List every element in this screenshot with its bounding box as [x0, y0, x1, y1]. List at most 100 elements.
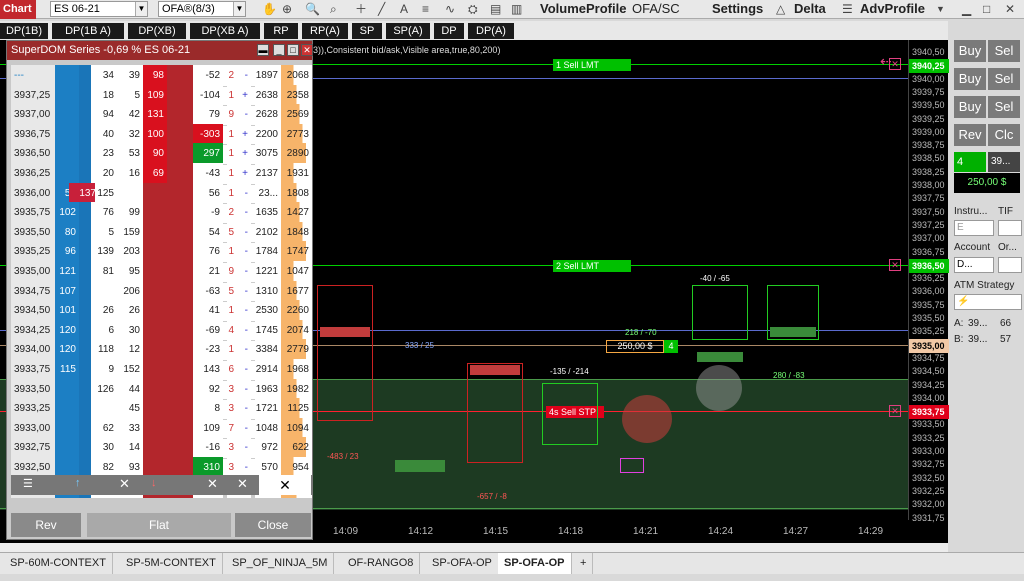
- dom-cell-a[interactable]: [79, 104, 91, 126]
- dom-row[interactable]: --- 34 39 98 -52 2-1897 2068: [11, 65, 312, 87]
- dom-row[interactable]: 3933,50 126 44 92 3-1963 1982: [11, 378, 312, 401]
- dom-row[interactable]: 3935,00 121 81 95 21 9-1221 1047: [11, 261, 312, 283]
- ofa-sc-button[interactable]: OFA/SC: [632, 1, 680, 17]
- dom-cell-ask[interactable]: 131: [143, 104, 167, 126]
- dom-cell-a[interactable]: [79, 241, 91, 263]
- volume-profile-button[interactable]: VolumeProfile: [540, 1, 626, 17]
- dom-cell-a[interactable]: [79, 378, 91, 400]
- close-icon[interactable]: ✕: [301, 44, 313, 56]
- maximize-icon[interactable]: □: [287, 44, 299, 56]
- dom-cell-ask[interactable]: [143, 319, 167, 341]
- plus-icon[interactable]: ＋: [355, 1, 367, 17]
- draw-line-icon[interactable]: ╱: [378, 1, 385, 17]
- dom-cell-b[interactable]: 120: [55, 319, 79, 341]
- dom-cell-b[interactable]: [55, 417, 79, 439]
- close-button[interactable]: Close: [235, 513, 311, 537]
- dom-row[interactable]: 3935,25 96 139 203 76 1-1784 1747: [11, 241, 312, 263]
- indicator-tab[interactable]: RP(A): [302, 23, 348, 39]
- tab-sp-of-ninja-5m[interactable]: SP_OF_NINJA_5M: [226, 553, 335, 574]
- dom-cell-ask[interactable]: 100: [143, 123, 167, 145]
- instrument-select[interactable]: E: [954, 220, 994, 236]
- dom-row[interactable]: 3932,75 30 14 -16 3-972 622: [11, 437, 312, 459]
- indicator-tab[interactable]: SP(A): [386, 23, 430, 39]
- dom-cell-ask[interactable]: 90: [143, 143, 167, 165]
- dom-cell-a[interactable]: [79, 163, 91, 184]
- dom-row[interactable]: 3937,25 18 5 109 -104 1 +2638 2358: [11, 84, 312, 107]
- indicator-tab[interactable]: SP: [352, 23, 382, 39]
- dom-cell-ask[interactable]: [143, 398, 167, 420]
- indicator-tab[interactable]: RP: [264, 23, 298, 39]
- dom-cell-b[interactable]: 96: [55, 241, 79, 263]
- dom-cell-ask[interactable]: [143, 437, 167, 459]
- dom-cell-a[interactable]: [79, 437, 91, 459]
- delta-button[interactable]: Delta: [794, 1, 826, 17]
- cancel-all-icon[interactable]: ✕: [237, 476, 248, 492]
- dom-cell-ask[interactable]: [143, 378, 167, 400]
- dom-cell-ask[interactable]: [143, 339, 167, 361]
- add-tab-button[interactable]: +: [574, 553, 594, 574]
- rev-button[interactable]: Rev: [11, 513, 81, 537]
- dom-cell-b[interactable]: 121: [55, 261, 79, 282]
- indicator-tab[interactable]: DP(1B A): [52, 23, 124, 39]
- dom-cell-b[interactable]: 80: [55, 221, 79, 243]
- indicator-tab[interactable]: DP(1B): [0, 23, 48, 39]
- dom-cell-a[interactable]: [79, 319, 91, 341]
- dom-cell-b[interactable]: [55, 143, 79, 165]
- center-icon[interactable]: ☰: [23, 477, 33, 490]
- dom-cell-ask[interactable]: [143, 182, 167, 204]
- dom-cell-b[interactable]: 115: [55, 359, 79, 380]
- dom-cell-a[interactable]: [79, 339, 91, 361]
- indicator-icon[interactable]: ∿: [445, 1, 455, 17]
- zoom-out-icon[interactable]: ⌕: [330, 1, 337, 17]
- dom-cell-a[interactable]: [79, 84, 91, 106]
- dom-cell-ask[interactable]: [143, 359, 167, 380]
- dom-cell-ask[interactable]: 98: [143, 65, 167, 86]
- dom-cell-a[interactable]: [79, 65, 91, 86]
- order-qty-input[interactable]: [998, 257, 1022, 273]
- cancel-order-icon[interactable]: ✕: [889, 259, 901, 271]
- chart-menu-button[interactable]: Chart: [0, 0, 36, 19]
- text-tool-icon[interactable]: A: [400, 1, 408, 17]
- maximize-icon[interactable]: □: [983, 1, 990, 17]
- minimize-icon[interactable]: _: [273, 44, 285, 56]
- dom-row[interactable]: 3934,75 107 206 -63 5-1310 1677: [11, 280, 312, 303]
- zoom-in-icon[interactable]: 🔍: [305, 1, 320, 17]
- dom-cell-ask[interactable]: [143, 280, 167, 302]
- dom-cell-ask[interactable]: [143, 300, 167, 322]
- dom-row[interactable]: 3933,75 115 9 152 143 6-2914 1968: [11, 359, 312, 381]
- superdom-ladder[interactable]: --- 34 39 98 -52 2-1897 2068 3937,25 18 5 109 -104 1…: [11, 65, 312, 499]
- dom-cell-a[interactable]: [79, 300, 91, 322]
- buy-button[interactable]: Buy: [954, 96, 986, 118]
- dom-cell-b[interactable]: [55, 437, 79, 459]
- dom-cell-a[interactable]: [79, 202, 91, 224]
- atm-strategy-select[interactable]: ⚡: [954, 294, 1022, 310]
- dom-row[interactable]: 3933,25 45 8 3-1721 1125: [11, 398, 312, 420]
- adv-profile-button[interactable]: AdvProfile: [860, 1, 925, 17]
- cancel-asks-icon[interactable]: ✕: [207, 476, 218, 492]
- dom-cell-b[interactable]: [55, 163, 79, 184]
- tab-sp-ofa-op[interactable]: SP-OFA-OP: [426, 553, 499, 574]
- dom-cell-b[interactable]: [55, 123, 79, 145]
- dom-row[interactable]: 3934,50 101 26 26 41 1-2530 2260: [11, 300, 312, 322]
- dom-cell-b[interactable]: 102: [55, 202, 79, 224]
- dom-cell-ask[interactable]: 109: [143, 84, 167, 106]
- sell-button[interactable]: Sel: [988, 68, 1020, 90]
- dom-row[interactable]: 3933,00 62 33 109 7-1048 1094: [11, 417, 312, 440]
- dom-row[interactable]: 3936,0058137125561-23...1808: [11, 182, 312, 205]
- data-box-icon[interactable]: ▤: [490, 1, 501, 17]
- dom-cell-a[interactable]: [79, 359, 91, 380]
- bars-icon[interactable]: ▥: [511, 1, 522, 17]
- strategy-icon[interactable]: ⛭: [468, 1, 478, 17]
- sell-lmt-order-2[interactable]: 2 Sell LMT: [553, 260, 631, 272]
- down-arrow-icon[interactable]: ↓: [151, 477, 157, 489]
- sell-lmt-order-1[interactable]: 1 Sell LMT: [553, 59, 631, 71]
- cancel-order-icon[interactable]: ✕: [889, 405, 901, 417]
- dom-row[interactable]: 3935,75 102 76 99 -9 2-1635 1427: [11, 202, 312, 224]
- window-menu-icon[interactable]: ▬: [257, 44, 269, 56]
- dom-cell-ask[interactable]: [143, 241, 167, 263]
- up-arrow-icon[interactable]: ↑: [75, 477, 81, 489]
- dom-cell-a[interactable]: [79, 143, 91, 165]
- caret-down-icon[interactable]: ▼: [936, 1, 945, 17]
- dom-cell-a[interactable]: [79, 280, 91, 302]
- tab-sp-ofa-op-active[interactable]: SP-OFA-OP: [498, 553, 572, 574]
